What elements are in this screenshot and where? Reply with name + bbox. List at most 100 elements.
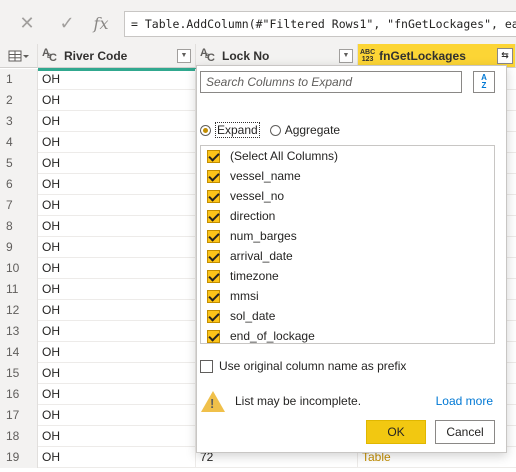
function-fx-icon[interactable]: fx	[88, 10, 114, 36]
warning-icon: !	[201, 390, 225, 412]
row-number[interactable]: 5	[0, 153, 38, 174]
column-checklist-item[interactable]: end_of_lockage	[201, 326, 494, 343]
text-type-icon[interactable]: ABC	[200, 47, 216, 64]
filter-dropdown-icon[interactable]: ▼	[177, 48, 191, 63]
formula-bar: ✕ ✓ fx = Table.AddColumn(#"Filtered Rows…	[0, 0, 516, 44]
formula-input[interactable]: = Table.AddColumn(#"Filtered Rows1", "fn…	[124, 11, 516, 37]
warning-text: List may be incomplete.	[235, 394, 362, 408]
table-menu-button[interactable]	[0, 44, 38, 68]
expand-column-icon[interactable]: ⇆	[497, 47, 513, 64]
column-option-label: direction	[230, 209, 276, 223]
row-number[interactable]: 9	[0, 237, 38, 258]
checkbox-checked-icon[interactable]	[207, 329, 220, 343]
checkbox-checked-icon[interactable]	[207, 209, 220, 223]
river-code-cell[interactable]: OH	[38, 447, 196, 468]
prefix-option[interactable]: Use original column name as prefix	[200, 359, 406, 373]
river-code-cell[interactable]: OH	[38, 405, 196, 426]
row-number[interactable]: 8	[0, 216, 38, 237]
river-code-cell[interactable]: OH	[38, 279, 196, 300]
river-code-cell[interactable]: OH	[38, 69, 196, 90]
column-checklist-item[interactable]: vessel_name	[201, 166, 494, 186]
row-number[interactable]: 15	[0, 363, 38, 384]
cancel-button[interactable]: Cancel	[435, 420, 495, 444]
row-number[interactable]: 12	[0, 300, 38, 321]
river-code-cell[interactable]: OH	[38, 216, 196, 237]
column-label: fnGetLockages	[379, 48, 466, 63]
column-option-label: vessel_no	[230, 189, 285, 203]
column-option-label: sol_date	[230, 309, 276, 323]
row-number[interactable]: 6	[0, 174, 38, 195]
column-checklist-item[interactable]: vessel_no	[201, 186, 494, 206]
aggregate-radio-label[interactable]: Aggregate	[285, 123, 340, 137]
column-checklist-item[interactable]: num_barges	[201, 226, 494, 246]
row-number[interactable]: 17	[0, 405, 38, 426]
column-option-label: end_of_lockage	[230, 329, 315, 343]
checkbox-checked-icon[interactable]	[207, 229, 220, 243]
column-checklist-item[interactable]: timezone	[201, 266, 494, 286]
columns-checklist: (Select All Columns) vessel_name vessel_no…	[200, 145, 495, 344]
row-number[interactable]: 19	[0, 447, 38, 468]
aggregate-radio[interactable]	[269, 124, 281, 136]
search-columns-input[interactable]: Search Columns to Expand	[200, 71, 462, 93]
river-code-cell[interactable]: OH	[38, 237, 196, 258]
expand-radio[interactable]	[200, 124, 211, 136]
river-code-cell[interactable]: OH	[38, 174, 196, 195]
river-code-cell[interactable]: OH	[38, 363, 196, 384]
row-number[interactable]: 11	[0, 279, 38, 300]
checkbox-checked-icon[interactable]	[207, 149, 220, 163]
expand-radio-label[interactable]: Expand	[215, 122, 260, 138]
row-number[interactable]: 16	[0, 384, 38, 405]
load-more-link[interactable]: Load more	[436, 394, 493, 408]
row-number[interactable]: 13	[0, 321, 38, 342]
river-code-cell[interactable]: OH	[38, 321, 196, 342]
column-checklist-item[interactable]: mmsi	[201, 286, 494, 306]
column-header-river-code[interactable]: ABC River Code ▼	[38, 44, 196, 68]
row-number[interactable]: 18	[0, 426, 38, 447]
sort-az-icon[interactable]: AZ	[473, 71, 495, 93]
checkbox-checked-icon[interactable]	[207, 309, 220, 323]
column-checklist-item[interactable]: direction	[201, 206, 494, 226]
row-number[interactable]: 7	[0, 195, 38, 216]
column-label: Lock No	[222, 48, 270, 63]
river-code-cell[interactable]: OH	[38, 90, 196, 111]
checkbox-checked-icon[interactable]	[207, 269, 220, 283]
column-option-label: vessel_name	[230, 169, 301, 183]
river-code-cell[interactable]: OH	[38, 300, 196, 321]
checkbox-checked-icon[interactable]	[207, 249, 220, 263]
column-option-label: timezone	[230, 269, 279, 283]
mode-selector: Expand Aggregate	[200, 122, 340, 138]
row-number[interactable]: 2	[0, 90, 38, 111]
river-code-cell[interactable]: OH	[38, 195, 196, 216]
column-checklist-item[interactable]: (Select All Columns)	[201, 146, 494, 166]
expand-columns-popup: Search Columns to Expand AZ Expand Aggre…	[196, 65, 507, 453]
filter-dropdown-icon[interactable]: ▼	[339, 48, 353, 63]
column-option-label: mmsi	[230, 289, 259, 303]
river-code-cell[interactable]: OH	[38, 342, 196, 363]
river-code-cell[interactable]: OH	[38, 384, 196, 405]
cancel-formula-icon[interactable]: ✕	[14, 10, 40, 36]
river-code-cell[interactable]: OH	[38, 258, 196, 279]
column-label: River Code	[64, 48, 128, 63]
table-grid-icon	[8, 50, 29, 61]
column-option-label: num_barges	[230, 229, 297, 243]
row-number[interactable]: 1	[0, 69, 38, 90]
checkbox-checked-icon[interactable]	[207, 289, 220, 303]
river-code-cell[interactable]: OH	[38, 111, 196, 132]
row-number[interactable]: 3	[0, 111, 38, 132]
prefix-checkbox[interactable]	[200, 359, 213, 373]
column-option-label: (Select All Columns)	[230, 149, 339, 163]
checkbox-checked-icon[interactable]	[207, 189, 220, 203]
river-code-cell[interactable]: OH	[38, 132, 196, 153]
column-checklist-item[interactable]: arrival_date	[201, 246, 494, 266]
river-code-cell[interactable]: OH	[38, 153, 196, 174]
row-number[interactable]: 10	[0, 258, 38, 279]
text-type-icon[interactable]: ABC	[42, 47, 58, 64]
row-number[interactable]: 14	[0, 342, 38, 363]
checkbox-checked-icon[interactable]	[207, 169, 220, 183]
ok-button[interactable]: OK	[366, 420, 426, 444]
commit-formula-icon[interactable]: ✓	[54, 10, 80, 36]
row-number[interactable]: 4	[0, 132, 38, 153]
river-code-cell[interactable]: OH	[38, 426, 196, 447]
column-checklist-item[interactable]: sol_date	[201, 306, 494, 326]
any-type-icon[interactable]: ABC 123	[360, 49, 375, 63]
